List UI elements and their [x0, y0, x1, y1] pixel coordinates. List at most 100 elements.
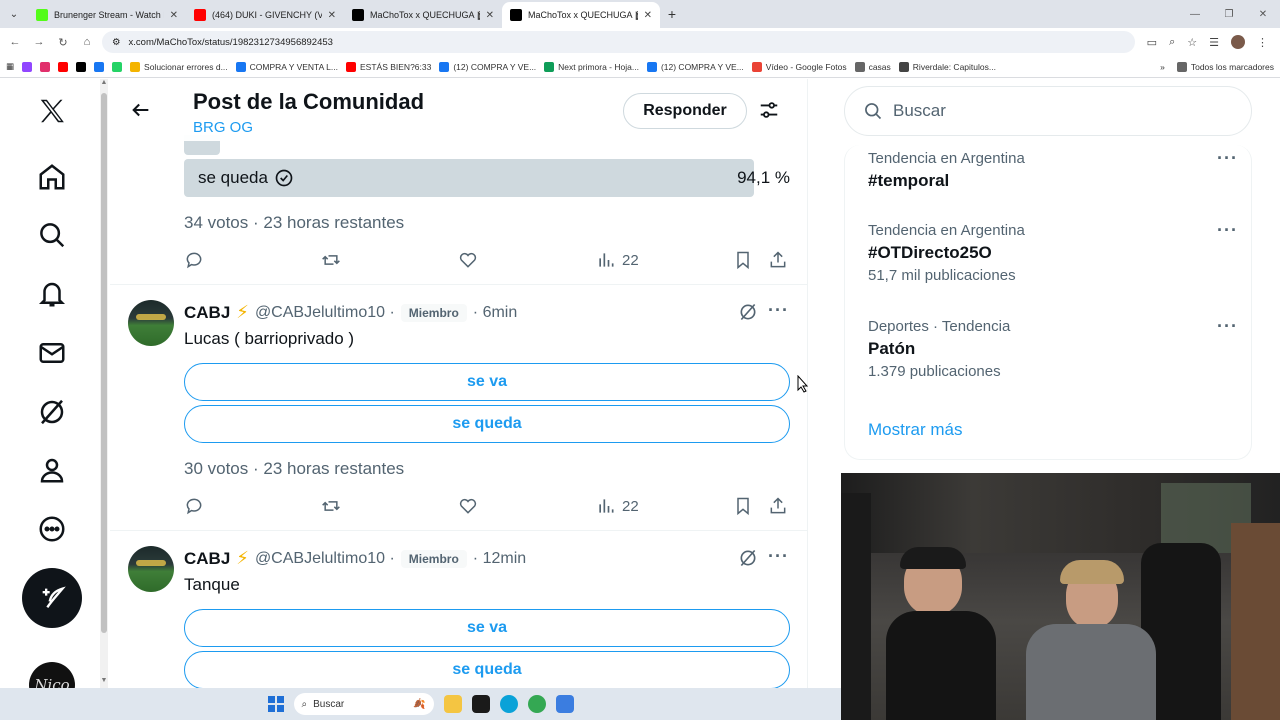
show-more-link[interactable]: Mostrar más — [868, 420, 962, 440]
like-button[interactable] — [458, 494, 478, 518]
chevron-right-icon[interactable]: » — [1160, 62, 1165, 72]
home-icon[interactable] — [36, 161, 68, 193]
new-tab-button[interactable]: + — [660, 6, 684, 22]
restore-icon[interactable]: ❐ — [1212, 9, 1246, 20]
poll-option-se-queda[interactable]: se queda — [184, 405, 790, 443]
bookmark-youtube[interactable] — [58, 61, 69, 72]
grok-icon[interactable] — [738, 548, 758, 568]
all-bookmarks[interactable]: Todos los marcadores — [1176, 61, 1274, 72]
bookmark-instagram[interactable] — [40, 61, 51, 72]
bookmark-5[interactable]: (12) COMPRA Y VE... — [646, 61, 744, 72]
bookmark-3[interactable]: (12) COMPRA Y VE... — [439, 61, 536, 72]
repost-button[interactable] — [321, 494, 341, 518]
forward-icon[interactable]: → — [30, 36, 48, 48]
trend-item[interactable]: Deportes · Tendencia Patón 1.379 publica… — [868, 316, 1238, 380]
profile-avatar[interactable] — [1231, 35, 1245, 49]
scroll-up-icon[interactable]: ▲ — [100, 79, 108, 86]
bookmark-1[interactable]: COMPRA Y VENTA L... — [235, 61, 338, 72]
bookmark-6[interactable]: Vídeo - Google Fotos — [751, 61, 847, 72]
grok-icon[interactable] — [36, 396, 68, 428]
scroll-down-icon[interactable]: ▼ — [100, 677, 108, 684]
user-handle[interactable]: @CABJelultimo10 · — [255, 304, 395, 322]
views-button[interactable]: 22 — [596, 494, 639, 518]
close-icon[interactable]: ✕ — [328, 10, 336, 21]
bookmark-facebook[interactable] — [94, 61, 105, 72]
bookmark-2[interactable]: ESTÁS BIEN?6:33 — [346, 61, 431, 72]
home-icon[interactable]: ⌂ — [78, 36, 96, 48]
bookmark-star-icon[interactable]: ☆ — [1187, 36, 1197, 49]
search-input[interactable]: Buscar — [844, 86, 1252, 136]
mail-icon[interactable] — [36, 337, 68, 369]
share-button[interactable] — [768, 248, 788, 272]
tab-1[interactable]: (464) DUKI - GIVENCHY (Vi ✕ — [186, 2, 344, 28]
close-icon[interactable]: ✕ — [486, 10, 494, 21]
tab-3-active[interactable]: MaChoTox x QUECHUGA 🎬 e ✕ — [502, 2, 660, 28]
file-explorer-icon[interactable] — [443, 695, 462, 713]
bookmark-7[interactable]: casas — [854, 61, 891, 72]
grok-icon[interactable] — [738, 302, 758, 322]
bookmark-button[interactable] — [733, 248, 753, 272]
bookmark-whatsapp[interactable] — [112, 61, 123, 72]
trend-item[interactable]: Tendencia en Argentina #OTDirecto25O 51,… — [868, 220, 1238, 284]
back-icon[interactable]: ← — [6, 36, 24, 48]
zoom-icon[interactable]: ⌕ — [1169, 36, 1175, 49]
repost-button[interactable] — [321, 248, 341, 272]
reply-button[interactable] — [184, 494, 204, 518]
edge-icon[interactable] — [499, 695, 518, 713]
more-options-icon[interactable]: ··· — [768, 300, 789, 321]
bookmark-0[interactable]: Solucionar errores d... — [130, 61, 228, 72]
like-button[interactable] — [458, 248, 478, 272]
more-options-icon[interactable]: ··· — [1217, 148, 1238, 169]
search-icon[interactable] — [36, 219, 68, 251]
taskbar-search[interactable]: ⌕ Buscar 🍂 — [293, 693, 434, 715]
poll-option-se-va[interactable]: se va — [184, 609, 790, 647]
trend-item[interactable]: Tendencia en Argentina #temporal ··· — [868, 148, 1238, 191]
post-time[interactable]: · 12min — [473, 550, 526, 568]
apps-icon[interactable]: ▦ — [6, 61, 14, 72]
share-button[interactable] — [768, 494, 788, 518]
menu-icon[interactable]: ⋮ — [1257, 36, 1268, 49]
bookmark-button[interactable] — [733, 494, 753, 518]
user-name[interactable]: CABJ — [184, 549, 230, 569]
back-arrow-icon[interactable] — [130, 99, 152, 121]
app-icon[interactable] — [471, 695, 490, 713]
bell-icon[interactable] — [36, 278, 68, 310]
cast-icon[interactable]: ▭ — [1147, 36, 1157, 49]
more-options-icon[interactable]: ··· — [1217, 220, 1238, 241]
account-avatar[interactable]: Nico — [29, 662, 75, 688]
site-info-icon[interactable]: ⚙ — [112, 37, 121, 48]
notepad-icon[interactable] — [555, 695, 574, 713]
avatar[interactable] — [128, 546, 174, 592]
tab-search-button[interactable]: ⌄ — [0, 0, 28, 28]
more-options-icon[interactable]: ··· — [1217, 316, 1238, 337]
compose-post-button[interactable] — [22, 568, 82, 628]
reply-button[interactable] — [184, 248, 204, 272]
windows-start-icon[interactable] — [267, 696, 284, 712]
views-button[interactable]: 22 — [596, 248, 639, 272]
user-handle[interactable]: @CABJelultimo10 · — [255, 550, 395, 568]
reading-list-icon[interactable]: ☰ — [1209, 36, 1219, 49]
user-name[interactable]: CABJ — [184, 303, 230, 323]
more-options-icon[interactable]: ··· — [768, 546, 789, 567]
bookmark-4[interactable]: Next primora - Hoja... — [544, 61, 639, 72]
tab-2[interactable]: MaChoTox x QUECHUGA 🎬 e ✕ — [344, 2, 502, 28]
bookmark-x[interactable] — [76, 61, 87, 72]
sliders-icon[interactable] — [758, 99, 780, 121]
tab-0[interactable]: Brunenger Stream - Watch Live ✕ — [28, 2, 186, 28]
community-name-link[interactable]: BRG OG — [193, 119, 253, 136]
scrollbar-thumb[interactable] — [101, 93, 107, 633]
more-circle-icon[interactable] — [36, 513, 68, 545]
close-window-icon[interactable]: ✕ — [1246, 9, 1280, 20]
reply-button[interactable]: Responder — [623, 93, 747, 129]
reload-icon[interactable]: ↻ — [54, 36, 72, 49]
bookmark-8[interactable]: Riverdale: Capitulos... — [898, 61, 996, 72]
poll-option-se-queda[interactable]: se queda — [184, 651, 790, 688]
avatar[interactable] — [128, 300, 174, 346]
profile-icon[interactable] — [36, 454, 68, 486]
bookmark-twitch[interactable] — [22, 61, 33, 72]
chrome-icon[interactable] — [527, 695, 546, 713]
x-logo-icon[interactable] — [36, 95, 68, 127]
poll-option-se-va[interactable]: se va — [184, 363, 790, 401]
post-time[interactable]: · 6min — [473, 304, 517, 322]
minimize-icon[interactable]: — — [1178, 9, 1212, 20]
